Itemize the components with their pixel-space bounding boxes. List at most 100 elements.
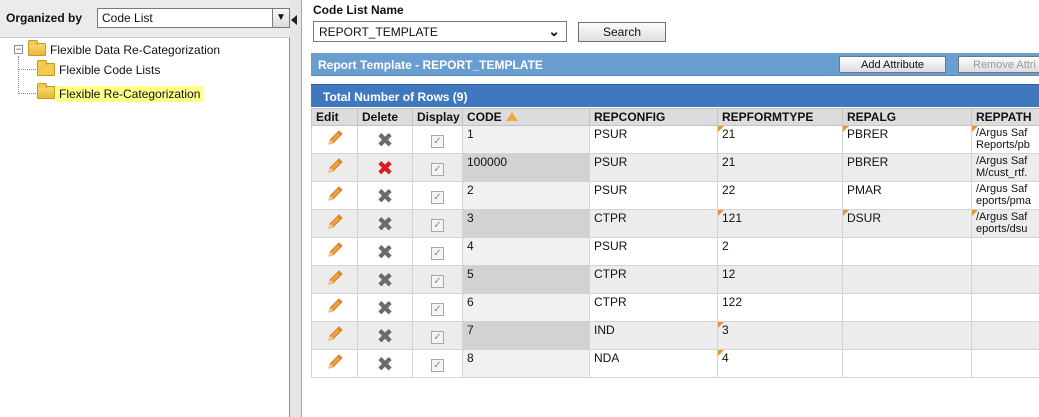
delete-x-icon[interactable]: ✖ [377, 298, 394, 318]
delete-x-icon[interactable]: ✖ [377, 130, 394, 150]
pencil-icon[interactable] [325, 156, 345, 176]
column-header-repconfig[interactable]: REPCONFIG [589, 108, 718, 126]
pencil-icon[interactable] [325, 212, 345, 232]
display-checkbox[interactable]: ✓ [431, 331, 444, 344]
repformtype-cell[interactable]: 21 [717, 125, 843, 154]
repformtype-value: 21 [722, 155, 736, 169]
chevron-down-icon[interactable]: ⌄ [548, 23, 560, 40]
delete-x-icon[interactable]: ✖ [377, 354, 394, 374]
delete-x-icon[interactable]: ✖ [377, 158, 394, 178]
reppath-value [976, 295, 1039, 307]
pencil-icon[interactable] [325, 324, 345, 344]
pencil-icon[interactable] [325, 184, 345, 204]
repalg-cell[interactable]: DSUR [842, 209, 972, 238]
repconfig-cell[interactable]: IND [589, 321, 718, 350]
repformtype-cell[interactable]: 12 [717, 265, 843, 294]
reppath-cell[interactable]: /Argus Saf eports/dsu [971, 209, 1039, 238]
repconfig-cell[interactable]: CTPR [589, 265, 718, 294]
code-cell[interactable]: 5 [462, 265, 590, 294]
delete-x-icon[interactable]: ✖ [377, 214, 394, 234]
delete-x-icon[interactable]: ✖ [377, 186, 394, 206]
repconfig-cell[interactable]: CTPR [589, 293, 718, 322]
reppath-line-2: M/cust_rtf. [976, 167, 1028, 179]
tree-connector [18, 56, 19, 94]
repformtype-cell[interactable]: 21 [717, 153, 843, 182]
code-cell[interactable]: 1 [462, 125, 590, 154]
repformtype-cell[interactable]: 22 [717, 181, 843, 210]
repalg-cell[interactable]: PBRER [842, 153, 972, 182]
tree-item-label: Flexible Code Lists [59, 63, 161, 77]
reppath-cell[interactable] [971, 265, 1039, 294]
column-header-reppath[interactable]: REPPATH [971, 108, 1039, 126]
repalg-cell[interactable] [842, 321, 972, 350]
reppath-cell[interactable]: /Argus Saf M/cust_rtf. [971, 153, 1039, 182]
reppath-cell[interactable] [971, 349, 1039, 378]
chevron-down-icon[interactable]: ▼ [272, 9, 289, 27]
repformtype-cell[interactable]: 122 [717, 293, 843, 322]
repformtype-cell[interactable]: 3 [717, 321, 843, 350]
pencil-icon[interactable] [325, 296, 345, 316]
delete-x-icon[interactable]: ✖ [377, 242, 394, 262]
collapse-icon[interactable]: − [14, 45, 23, 54]
reppath-cell[interactable] [971, 237, 1039, 266]
code-cell[interactable]: 6 [462, 293, 590, 322]
code-list-select[interactable]: REPORT_TEMPLATE ⌄ [313, 21, 567, 42]
display-checkbox[interactable]: ✓ [431, 247, 444, 260]
reppath-cell[interactable]: /Argus Saf eports/pma [971, 181, 1039, 210]
repconfig-cell[interactable]: PSUR [589, 125, 718, 154]
pencil-icon[interactable] [325, 352, 345, 372]
code-cell[interactable]: 7 [462, 321, 590, 350]
display-checkbox[interactable]: ✓ [431, 163, 444, 176]
display-checkbox[interactable]: ✓ [431, 275, 444, 288]
display-checkbox[interactable]: ✓ [431, 219, 444, 232]
repformtype-cell[interactable]: 121 [717, 209, 843, 238]
column-header-code[interactable]: CODE [462, 108, 590, 126]
pencil-icon[interactable] [325, 240, 345, 260]
sort-ascending-icon[interactable] [505, 112, 518, 121]
code-cell[interactable]: 2 [462, 181, 590, 210]
tree-item-root[interactable]: − Flexible Data Re-Categorization [14, 40, 284, 59]
code-cell[interactable]: 100000 [462, 153, 590, 182]
reppath-cell[interactable] [971, 321, 1039, 350]
repconfig-cell[interactable]: PSUR [589, 181, 718, 210]
display-checkbox[interactable]: ✓ [431, 303, 444, 316]
repconfig-cell[interactable]: PSUR [589, 237, 718, 266]
code-cell[interactable]: 8 [462, 349, 590, 378]
repformtype-value: 2 [722, 239, 729, 253]
repalg-cell[interactable]: PBRER [842, 125, 972, 154]
reppath-cell[interactable] [971, 293, 1039, 322]
collapse-left-arrow-icon[interactable] [291, 15, 297, 25]
display-checkbox[interactable]: ✓ [431, 359, 444, 372]
delete-x-icon[interactable]: ✖ [377, 270, 394, 290]
panel-splitter[interactable] [290, 0, 302, 417]
remove-attribute-button[interactable]: Remove Attri [958, 56, 1039, 73]
tree-item-flexible-re-categorization[interactable]: Flexible Re-Categorization [37, 83, 277, 102]
repalg-cell[interactable] [842, 349, 972, 378]
delete-x-icon[interactable]: ✖ [377, 326, 394, 346]
display-checkbox[interactable]: ✓ [431, 191, 444, 204]
repalg-cell[interactable] [842, 237, 972, 266]
display-checkbox[interactable]: ✓ [431, 135, 444, 148]
repformtype-cell[interactable]: 2 [717, 237, 843, 266]
edit-cell [311, 237, 358, 266]
repalg-cell[interactable] [842, 293, 972, 322]
pencil-icon[interactable] [325, 268, 345, 288]
search-button[interactable]: Search [578, 22, 666, 42]
code-cell[interactable]: 3 [462, 209, 590, 238]
pencil-icon[interactable] [325, 128, 345, 148]
display-cell: ✓ [412, 293, 463, 322]
code-cell[interactable]: 4 [462, 237, 590, 266]
organized-by-select[interactable]: Code List ▼ [97, 8, 290, 28]
column-header-repalg[interactable]: REPALG [842, 108, 972, 126]
repconfig-cell[interactable]: NDA [589, 349, 718, 378]
repalg-cell[interactable] [842, 265, 972, 294]
repformtype-cell[interactable]: 4 [717, 349, 843, 378]
add-attribute-button[interactable]: Add Attribute [839, 56, 946, 73]
tree-item-flexible-code-lists[interactable]: Flexible Code Lists [37, 60, 277, 79]
repconfig-cell[interactable]: PSUR [589, 153, 718, 182]
repalg-cell[interactable]: PMAR [842, 181, 972, 210]
reppath-cell[interactable]: /Argus Saf Reports/pb [971, 125, 1039, 154]
column-header-repformtype[interactable]: REPFORMTYPE [717, 108, 843, 126]
repconfig-cell[interactable]: CTPR [589, 209, 718, 238]
repconfig-value: PSUR [594, 155, 628, 169]
